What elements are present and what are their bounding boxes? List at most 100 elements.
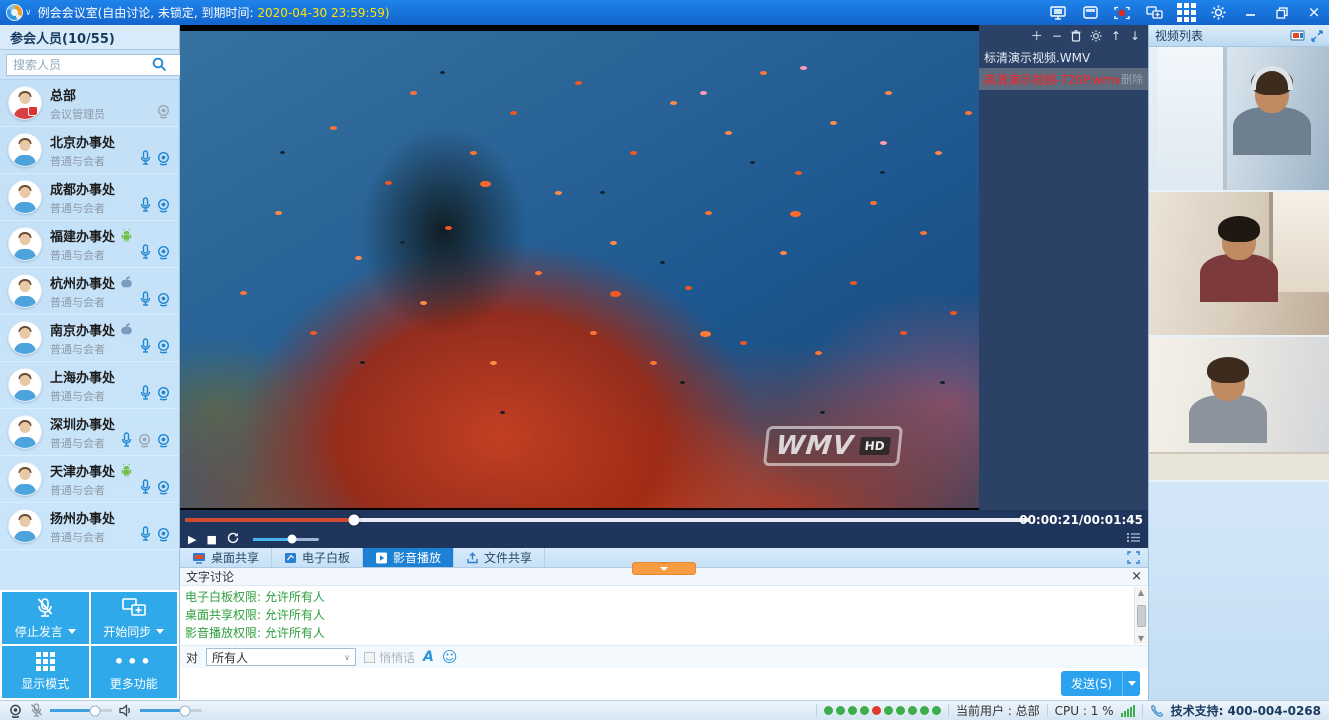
android-icon bbox=[120, 228, 133, 242]
playlist-item[interactable]: 标清演示视频.WMV bbox=[979, 46, 1148, 68]
mic-icon[interactable] bbox=[139, 197, 152, 213]
chat-scrollbar[interactable]: ▲ ▼ bbox=[1134, 587, 1147, 644]
recipient-select[interactable]: 所有人 ∨ bbox=[206, 648, 356, 666]
volume-handle[interactable] bbox=[288, 535, 297, 544]
mic-icon[interactable] bbox=[139, 150, 152, 166]
participant-row[interactable]: 南京办事处 普通与会者 bbox=[0, 315, 179, 362]
webcam-gray-icon[interactable] bbox=[156, 104, 171, 119]
mic-icon[interactable] bbox=[139, 526, 152, 542]
screen-share-icon[interactable] bbox=[1049, 5, 1067, 21]
tab-file-share[interactable]: 文件共享 bbox=[454, 548, 545, 567]
webcam-icon[interactable] bbox=[156, 480, 171, 495]
video-thumbnail[interactable] bbox=[1149, 47, 1329, 192]
webcam-status-icon[interactable] bbox=[8, 704, 23, 718]
chevron-down-icon[interactable]: ∨ bbox=[25, 8, 32, 18]
video-canvas[interactable]: WMV HD bbox=[180, 25, 979, 510]
scroll-thumb[interactable] bbox=[1137, 605, 1146, 627]
participant-row[interactable]: 扬州办事处 普通与会者 bbox=[0, 503, 179, 550]
display-grid-icon[interactable] bbox=[1177, 5, 1195, 21]
emoji-button[interactable]: ☺ bbox=[442, 650, 458, 665]
window-mode-icon[interactable] bbox=[1081, 5, 1099, 21]
seek-handle[interactable] bbox=[349, 515, 360, 526]
participant-row[interactable]: 上海办事处 普通与会者 bbox=[0, 362, 179, 409]
participant-row[interactable]: 成都办事处 普通与会者 bbox=[0, 174, 179, 221]
webcam-icon[interactable] bbox=[156, 386, 171, 401]
layout-icon[interactable] bbox=[1290, 30, 1305, 42]
expand-panel-icon[interactable] bbox=[1311, 30, 1323, 42]
mic-icon[interactable] bbox=[139, 385, 152, 401]
scroll-down-icon[interactable]: ▼ bbox=[1138, 634, 1144, 643]
mic-icon[interactable] bbox=[139, 338, 152, 354]
webcam-icon[interactable] bbox=[156, 527, 171, 542]
scroll-up-icon[interactable]: ▲ bbox=[1138, 588, 1144, 597]
close-button[interactable]: × bbox=[1305, 5, 1323, 21]
more-functions-button[interactable]: ••• 更多功能 bbox=[91, 646, 178, 698]
play-button[interactable]: ▶ bbox=[188, 534, 196, 545]
participant-row[interactable]: 总部 会议管理员 bbox=[0, 80, 179, 127]
send-options-caret[interactable] bbox=[1122, 671, 1140, 696]
playlist-movedown-icon[interactable]: ↓ bbox=[1130, 30, 1140, 42]
start-sync-button[interactable]: 开始同步 bbox=[91, 592, 178, 644]
playlist-toggle-icon[interactable] bbox=[1127, 532, 1140, 546]
participant-row[interactable]: 深圳办事处 普通与会者 bbox=[0, 409, 179, 456]
font-style-button[interactable]: A bbox=[423, 649, 434, 665]
mic-icon[interactable] bbox=[120, 432, 133, 448]
slider-handle[interactable] bbox=[89, 705, 100, 716]
video-thumbnail[interactable] bbox=[1149, 192, 1329, 337]
mic-icon[interactable] bbox=[139, 291, 152, 307]
volume-slider[interactable] bbox=[253, 538, 319, 541]
caret-down-icon[interactable] bbox=[68, 629, 76, 634]
replay-icon[interactable] bbox=[227, 532, 239, 546]
playlist-item-delete-button[interactable]: 删除 bbox=[1121, 71, 1143, 87]
mic-icon[interactable] bbox=[139, 479, 152, 495]
webcam-icon[interactable] bbox=[156, 339, 171, 354]
message-input[interactable]: 发送(S) bbox=[180, 668, 1148, 700]
playlist-add-icon[interactable]: ＋ bbox=[1031, 30, 1043, 42]
record-icon[interactable] bbox=[1113, 5, 1131, 21]
chat-collapse-handle[interactable] bbox=[632, 562, 696, 575]
participant-row[interactable]: 北京办事处 普通与会者 bbox=[0, 127, 179, 174]
send-button[interactable]: 发送(S) bbox=[1061, 671, 1140, 696]
tab-desktop-share[interactable]: 桌面共享 bbox=[180, 548, 272, 567]
sidebar-actions: 停止发言 开始同步 显示模式 ••• 更多功能 bbox=[0, 590, 179, 700]
seek-bar[interactable] bbox=[185, 518, 1030, 522]
playlist-item[interactable]: 高清演示视频-720P.wmv 删除 bbox=[979, 68, 1148, 90]
webcam-icon[interactable] bbox=[156, 198, 171, 213]
tab-whiteboard[interactable]: 电子白板 bbox=[272, 548, 363, 567]
caret-down-icon[interactable] bbox=[156, 629, 164, 634]
stop-button[interactable]: ■ bbox=[206, 534, 216, 545]
status-dot-green bbox=[920, 706, 929, 715]
playlist-settings-icon[interactable] bbox=[1090, 30, 1102, 42]
mic-icon[interactable] bbox=[139, 244, 152, 260]
speaker-volume-slider[interactable] bbox=[140, 709, 202, 712]
signal-bars-icon bbox=[1121, 705, 1135, 717]
webcam-gray-icon[interactable] bbox=[137, 433, 152, 448]
restore-button[interactable] bbox=[1273, 5, 1291, 21]
participant-row[interactable]: 杭州办事处 普通与会者 bbox=[0, 268, 179, 315]
search-icon[interactable] bbox=[152, 57, 167, 72]
speaker-icon[interactable] bbox=[119, 704, 133, 717]
webcam-icon[interactable] bbox=[156, 292, 171, 307]
display-mode-button[interactable]: 显示模式 bbox=[2, 646, 89, 698]
fullscreen-icon[interactable] bbox=[1119, 548, 1148, 567]
participant-row[interactable]: 天津办事处 普通与会者 bbox=[0, 456, 179, 503]
webcam-icon[interactable] bbox=[156, 151, 171, 166]
chat-close-icon[interactable]: × bbox=[1131, 570, 1142, 583]
minimize-button[interactable] bbox=[1241, 5, 1259, 21]
sync-icon[interactable] bbox=[1145, 5, 1163, 21]
webcam-icon[interactable] bbox=[156, 433, 171, 448]
playlist-trash-icon[interactable] bbox=[1071, 30, 1081, 42]
mic-volume-slider[interactable] bbox=[50, 709, 112, 712]
webcam-icon[interactable] bbox=[156, 245, 171, 260]
stop-speaking-button[interactable]: 停止发言 bbox=[2, 592, 89, 644]
settings-gear-icon[interactable] bbox=[1209, 5, 1227, 21]
whisper-checkbox[interactable]: 悄悄话 bbox=[364, 649, 415, 666]
participant-row[interactable]: 福建办事处 普通与会者 bbox=[0, 221, 179, 268]
checkbox-icon[interactable] bbox=[364, 652, 375, 663]
tab-media-playback[interactable]: 影音播放 bbox=[363, 548, 454, 567]
playlist-moveup-icon[interactable]: ↑ bbox=[1111, 30, 1121, 42]
slider-handle[interactable] bbox=[179, 705, 190, 716]
playlist-remove-icon[interactable]: − bbox=[1052, 30, 1062, 42]
video-thumbnail[interactable] bbox=[1149, 337, 1329, 482]
mic-muted-icon[interactable] bbox=[30, 703, 43, 718]
